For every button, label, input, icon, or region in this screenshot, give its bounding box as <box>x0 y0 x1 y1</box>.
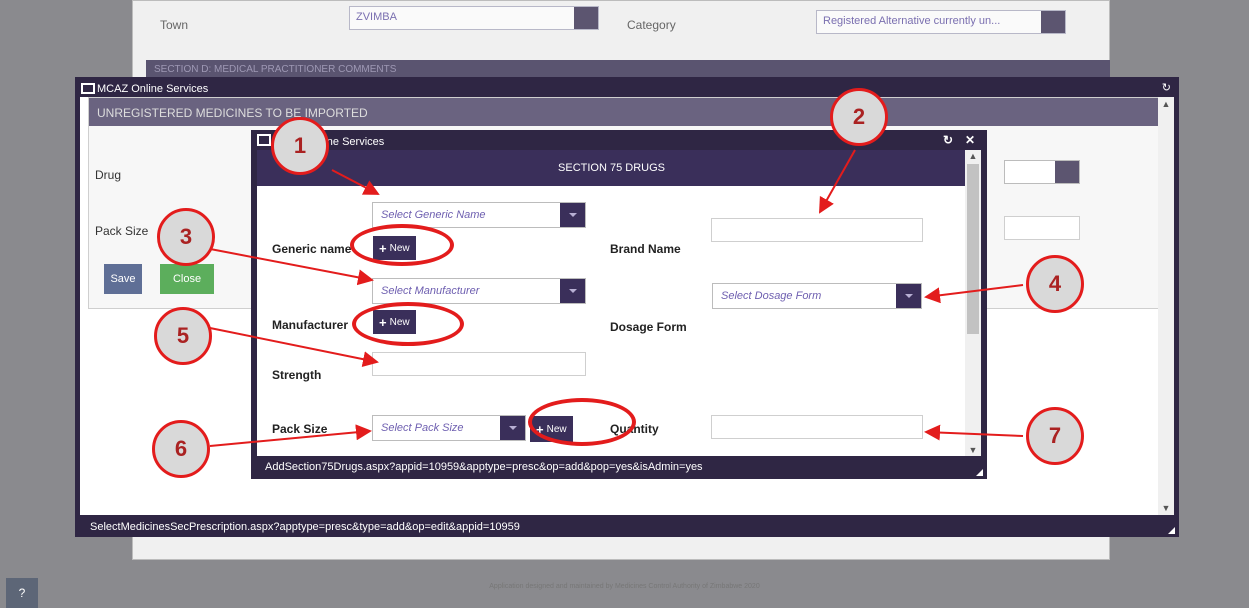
inner-status-url: AddSection75Drugs.aspx?appid=10959&appty… <box>265 461 703 473</box>
inner-scrollbar[interactable]: ▲ ▼ <box>965 150 981 456</box>
close-icon[interactable]: ✕ <box>965 133 975 147</box>
town-label: Town <box>160 18 189 32</box>
help-button[interactable]: ? <box>6 578 38 608</box>
chevron-down-icon[interactable] <box>560 279 585 303</box>
category-label: Category <box>627 18 676 32</box>
town-value: ZVIMBA <box>356 11 397 23</box>
help-icon: ? <box>18 586 26 600</box>
dosage-form-label: Dosage Form <box>610 320 687 334</box>
scroll-up-icon[interactable]: ▲ <box>1158 99 1174 109</box>
scroll-down-icon[interactable]: ▼ <box>965 445 981 455</box>
outer-status-url: SelectMedicinesSecPrescription.aspx?appt… <box>90 521 520 533</box>
window-icon <box>257 134 271 146</box>
close-button[interactable]: Close <box>160 264 214 294</box>
pack-size-input[interactable] <box>1004 216 1080 240</box>
annotation-marker-2: 2 <box>830 88 888 146</box>
brand-name-input[interactable] <box>711 218 923 242</box>
dosage-form-select[interactable]: Select Dosage Form <box>712 283 922 309</box>
outer-window-title: MCAZ Online Services <box>97 83 209 95</box>
scroll-thumb[interactable] <box>967 164 979 334</box>
quantity-input[interactable] <box>711 415 923 439</box>
brand-name-label: Brand Name <box>610 242 681 256</box>
annotation-ring-3 <box>352 302 464 346</box>
save-button[interactable]: Save <box>104 264 142 294</box>
scroll-down-icon[interactable]: ▼ <box>1158 503 1174 513</box>
section-title: SECTION 75 DRUGS <box>257 150 966 186</box>
drug-select-button[interactable] <box>1055 161 1079 183</box>
annotation-marker-7: 7 <box>1026 407 1084 465</box>
resize-grip-icon[interactable] <box>1168 527 1175 534</box>
generic-name-label: Generic name <box>272 242 352 256</box>
window-icon <box>81 83 95 94</box>
manufacturer-label: Manufacturer <box>272 318 349 332</box>
chevron-down-icon[interactable] <box>896 284 921 308</box>
outer-window-titlebar[interactable]: MCAZ Online Services ↻ <box>75 77 1179 97</box>
annotation-ring-6 <box>528 398 636 446</box>
annotation-ring-1 <box>350 224 454 266</box>
panel-header: UNREGISTERED MEDICINES TO BE IMPORTED <box>89 98 1161 126</box>
chevron-down-icon[interactable] <box>560 203 585 227</box>
annotation-marker-5: 5 <box>154 307 212 365</box>
chevron-down-icon[interactable] <box>500 416 525 440</box>
town-select[interactable]: ZVIMBA <box>349 6 599 30</box>
strength-label: Strength <box>272 368 322 382</box>
pack-size-select[interactable]: Select Pack Size <box>372 415 526 441</box>
footer-text: Application designed and maintained by M… <box>489 583 760 590</box>
manufacturer-select[interactable]: Select Manufacturer <box>372 278 586 304</box>
category-select-button[interactable] <box>1041 11 1065 33</box>
annotation-marker-3: 3 <box>157 208 215 266</box>
annotation-marker-1: 1 <box>271 117 329 175</box>
pack-size-placeholder: Select Pack Size <box>381 422 464 434</box>
dosage-form-placeholder: Select Dosage Form <box>721 290 822 302</box>
manufacturer-placeholder: Select Manufacturer <box>381 285 480 297</box>
town-select-button[interactable] <box>574 7 598 29</box>
generic-name-placeholder: Select Generic Name <box>381 209 486 221</box>
scroll-up-icon[interactable]: ▲ <box>965 151 981 161</box>
category-select[interactable]: Registered Alternative currently un... <box>816 10 1066 34</box>
strength-input[interactable] <box>372 352 586 376</box>
outer-scrollbar[interactable]: ▲ ▼ <box>1158 97 1174 515</box>
pack-size-label: Pack Size <box>272 422 328 436</box>
pack-size-label: Pack Size <box>95 224 149 238</box>
drug-label: Drug <box>95 168 122 182</box>
refresh-icon[interactable]: ↻ <box>1162 81 1171 94</box>
annotation-marker-6: 6 <box>152 420 210 478</box>
resize-grip-icon[interactable] <box>976 469 983 476</box>
annotation-marker-4: 4 <box>1026 255 1084 313</box>
drug-select[interactable] <box>1004 160 1080 184</box>
refresh-icon[interactable]: ↻ <box>943 133 953 147</box>
category-value: Registered Alternative currently un... <box>823 15 1001 27</box>
